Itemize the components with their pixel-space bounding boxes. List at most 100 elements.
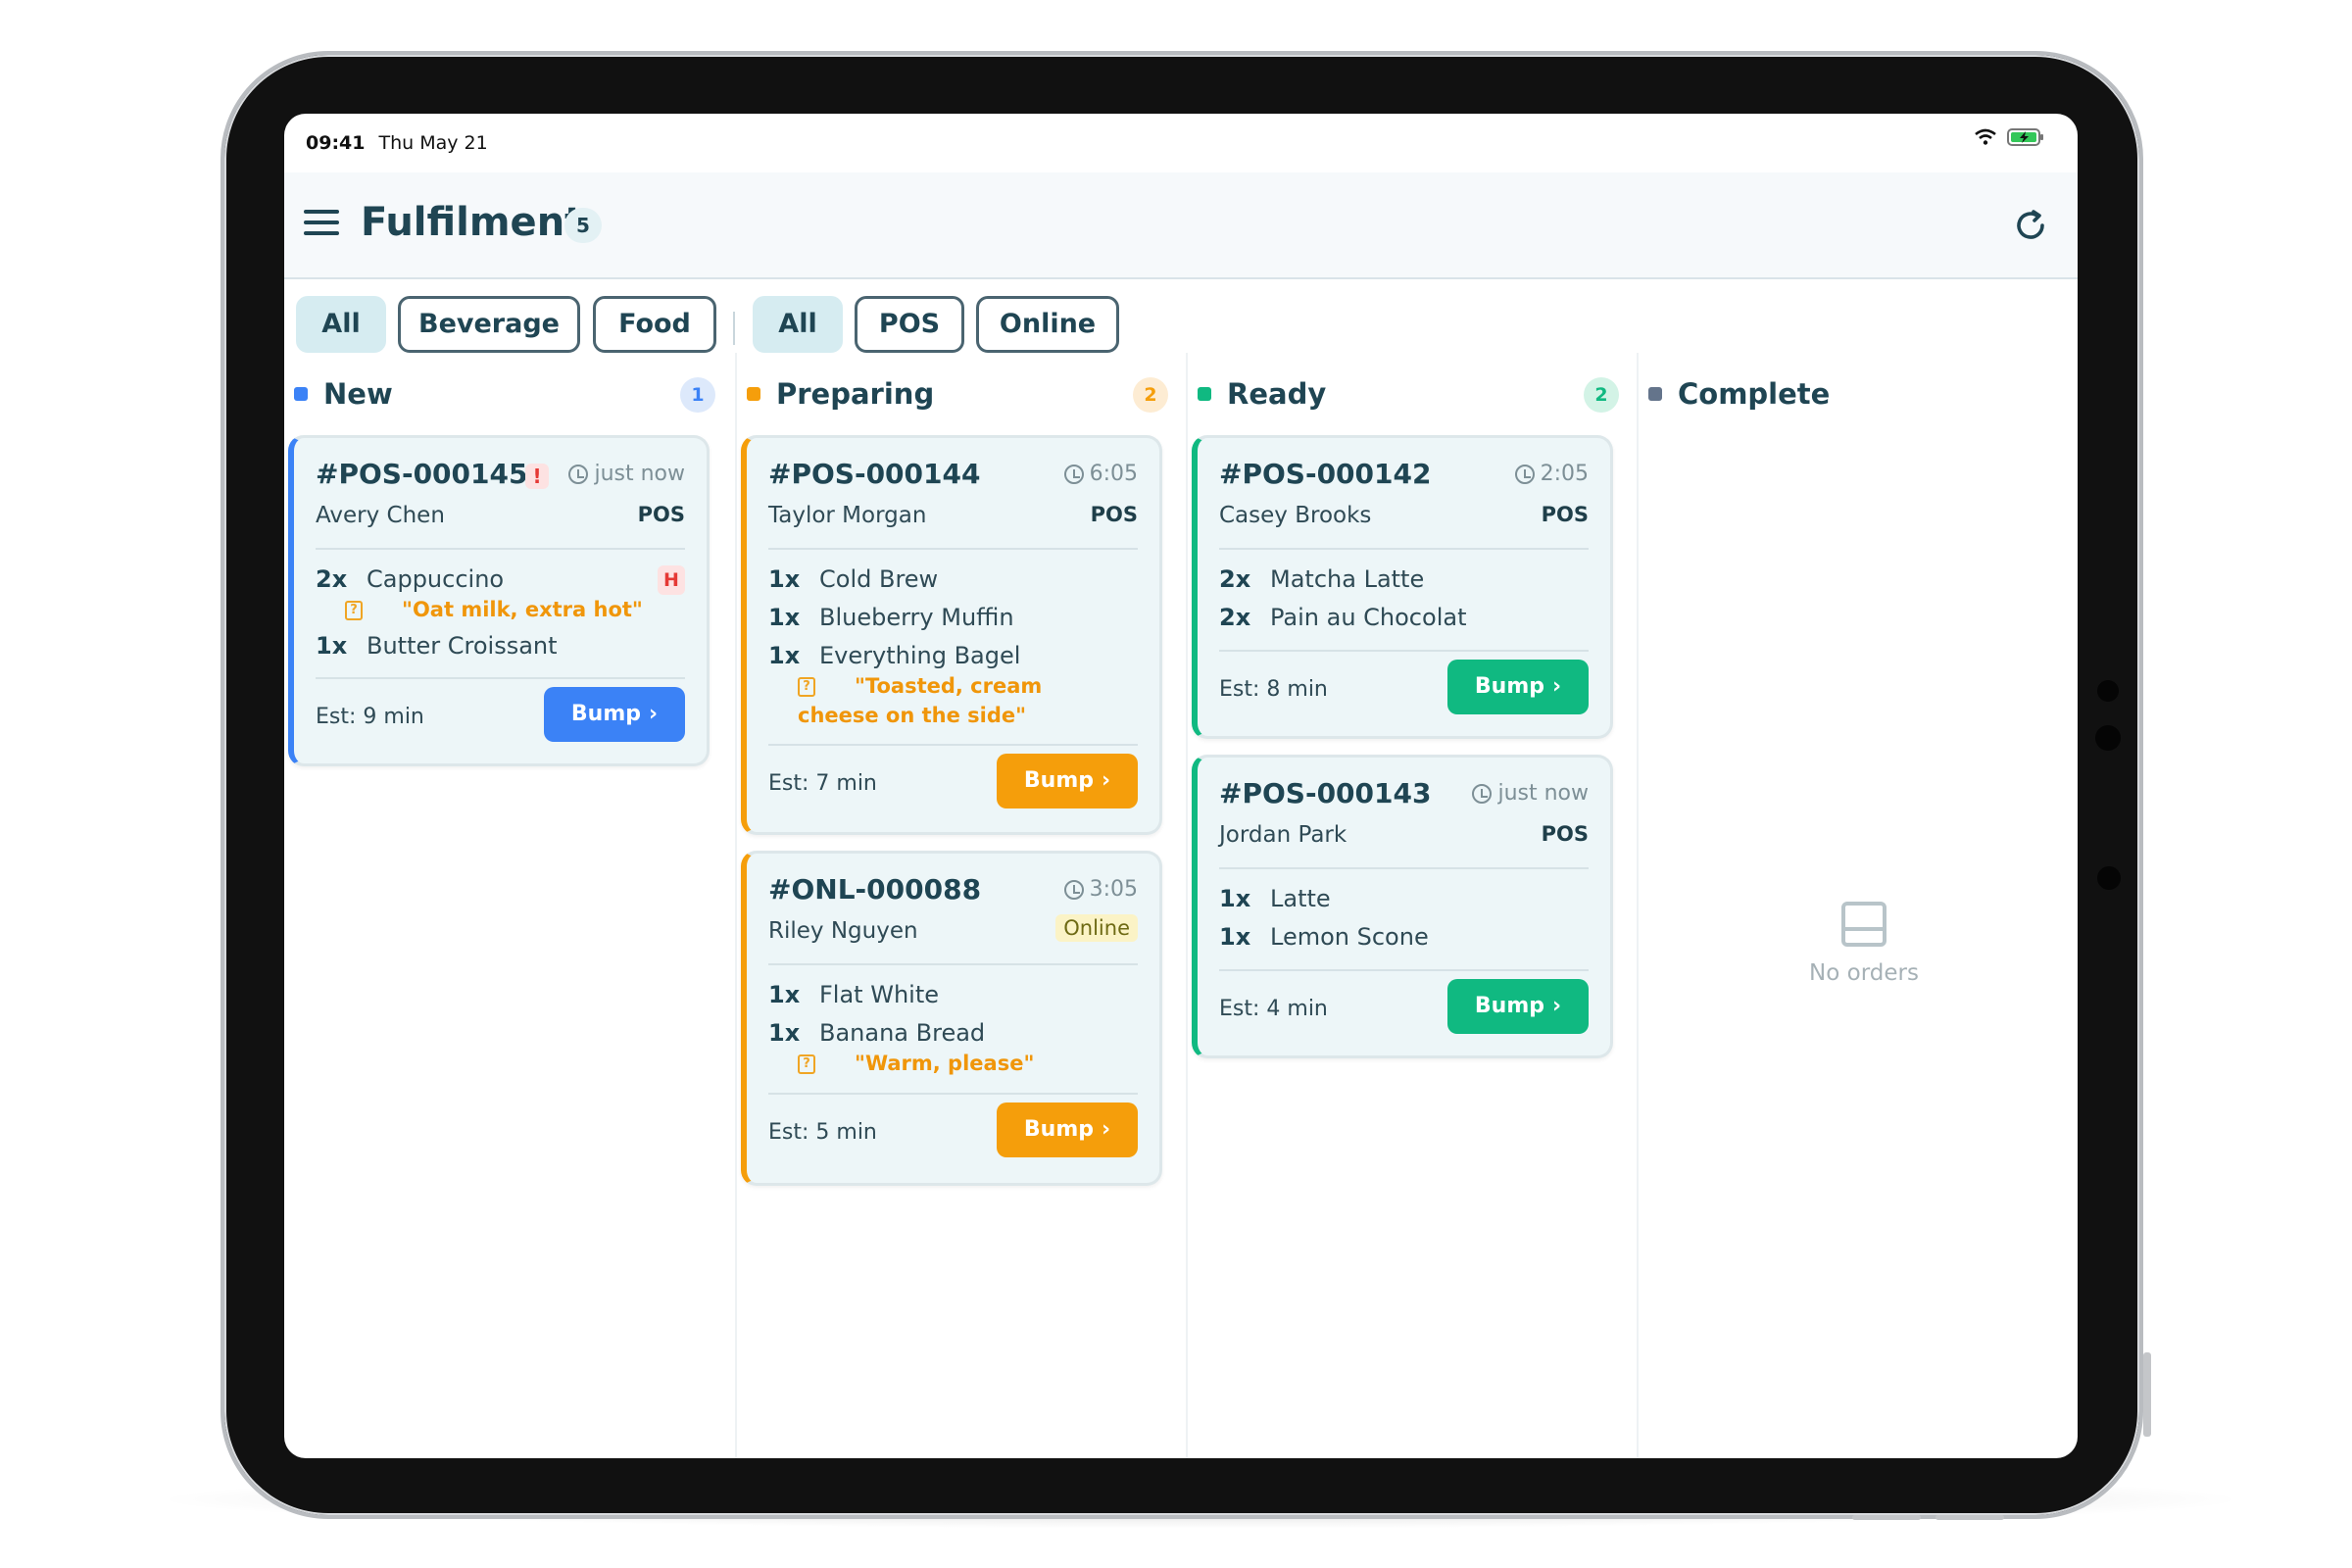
divider (1219, 548, 1589, 550)
column-count-badge: 2 (1584, 377, 1619, 413)
status-dot-ready (1198, 387, 1211, 401)
elapsed-time-text: 2:05 (1540, 462, 1589, 486)
note-icon: ? (798, 1054, 815, 1074)
filter-channel-all[interactable]: All (753, 296, 843, 353)
customer-name: Casey Brooks (1219, 503, 1372, 528)
estimated-time: Est: 9 min (316, 705, 424, 729)
order-card-onl-000088[interactable]: #ONL-000088 3:05 Riley Nguyen Online 1x … (741, 851, 1162, 1186)
order-source-badge: POS (1541, 822, 1589, 846)
order-source-badge: POS (1541, 503, 1589, 526)
item-name: Latte (1270, 885, 1331, 912)
item-note: ? "Toasted, cream cheese on the side" (798, 671, 1101, 730)
note-text: "Warm, please" (855, 1052, 1035, 1075)
filter-category-beverage[interactable]: Beverage (398, 296, 580, 353)
bump-label: Bump (570, 702, 642, 726)
filter-category-food[interactable]: Food (593, 296, 716, 353)
bump-button[interactable]: Bump › (1447, 979, 1589, 1034)
item-note: ? "Warm, please" (798, 1049, 1138, 1078)
item-name: Butter Croissant (367, 632, 558, 660)
order-elapsed-time: just now (1472, 781, 1589, 806)
customer-name: Avery Chen (316, 503, 445, 528)
item-name: Cappuccino (367, 565, 505, 593)
chevron-right-icon: › (1102, 768, 1111, 793)
item-name: Cold Brew (819, 565, 939, 593)
elapsed-time-text: just now (1497, 781, 1589, 806)
bump-button[interactable]: Bump › (997, 1102, 1138, 1157)
column-title: Preparing (776, 377, 935, 411)
order-source-badge: POS (637, 503, 685, 526)
list-item: 1x Everything Bagel (768, 642, 1138, 675)
chevron-right-icon: › (1552, 674, 1562, 699)
clock-icon (1063, 879, 1084, 900)
status-dot-new (294, 387, 308, 401)
estimated-time: Est: 7 min (768, 771, 877, 796)
status-time: 09:41 (306, 132, 366, 154)
clock-icon (568, 464, 589, 484)
filter-channel-pos[interactable]: POS (855, 296, 964, 353)
bump-label: Bump (1474, 674, 1545, 699)
filter-category-all[interactable]: All (296, 296, 386, 353)
note-icon: ? (345, 601, 363, 620)
column-header-preparing: Preparing 2 (747, 372, 1168, 413)
divider (316, 677, 685, 679)
order-card-pos-000142[interactable]: #POS-000142 2:05 Casey Brooks POS 2x Mat… (1192, 435, 1613, 739)
estimated-time: Est: 8 min (1219, 677, 1328, 702)
item-quantity: 1x (768, 604, 801, 631)
divider (1219, 969, 1589, 971)
hamburger-menu-icon[interactable] (304, 210, 339, 239)
item-name: Lemon Scone (1270, 923, 1429, 951)
item-quantity: 1x (316, 632, 348, 660)
list-item: 1x Banana Bread (768, 1019, 1138, 1053)
volume-button (2143, 1352, 2151, 1437)
item-quantity: 1x (768, 642, 801, 669)
list-item: 1x Latte (1219, 885, 1589, 918)
column-title: Ready (1227, 377, 1327, 411)
refresh-icon[interactable] (2011, 206, 2050, 245)
column-header-ready: Ready 2 (1198, 372, 1619, 413)
divider (768, 548, 1138, 550)
item-note: ? "Oat milk, extra hot" (345, 595, 685, 624)
list-item: 1x Blueberry Muffin (768, 604, 1138, 637)
estimated-time: Est: 4 min (1219, 997, 1328, 1021)
chevron-right-icon: › (649, 702, 659, 726)
app-header: Fulfilment 5 (284, 172, 2078, 279)
item-name: Blueberry Muffin (819, 604, 1014, 631)
divider (768, 744, 1138, 746)
item-name: Everything Bagel (819, 642, 1021, 669)
status-date: Thu May 21 (378, 132, 488, 154)
chevron-right-icon: › (1552, 994, 1562, 1018)
status-dot-preparing (747, 387, 760, 401)
item-quantity: 1x (1219, 923, 1251, 951)
order-id: #POS-000143 (1219, 777, 1432, 809)
hot-flag-badge: H (658, 565, 685, 595)
bump-button[interactable]: Bump › (1447, 660, 1589, 714)
divider (1219, 650, 1589, 652)
note-text: "Oat milk, extra hot" (402, 598, 643, 621)
order-elapsed-time: just now (568, 462, 685, 486)
bump-label: Bump (1474, 994, 1545, 1018)
order-id: #POS-000142 (1219, 458, 1432, 490)
sensor-dot (2097, 866, 2121, 890)
order-card-pos-000144[interactable]: #POS-000144 6:05 Taylor Morgan POS 1x Co… (741, 435, 1162, 835)
item-quantity: 2x (1219, 565, 1251, 593)
kanban-board: New 1 #POS-000145 ! just now Avery Chen … (284, 353, 2078, 1458)
column-new: New 1 #POS-000145 ! just now Avery Chen … (284, 353, 735, 1458)
list-item: 2x Cappuccino H (316, 565, 685, 599)
bump-button[interactable]: Bump › (997, 754, 1138, 808)
order-count-badge: 5 (564, 208, 602, 243)
column-ready: Ready 2 #POS-000142 2:05 Casey Brooks PO… (1186, 353, 1637, 1458)
customer-name: Taylor Morgan (768, 503, 927, 528)
list-item: 2x Matcha Latte (1219, 565, 1589, 599)
item-name: Flat White (819, 981, 940, 1008)
divider (768, 963, 1138, 965)
bump-button[interactable]: Bump › (544, 687, 685, 742)
item-name: Banana Bread (819, 1019, 986, 1047)
order-card-pos-000143[interactable]: #POS-000143 just now Jordan Park POS 1x … (1192, 755, 1613, 1058)
customer-name: Riley Nguyen (768, 918, 918, 944)
order-card-pos-000145[interactable]: #POS-000145 ! just now Avery Chen POS 2x… (288, 435, 710, 766)
list-item: 1x Flat White (768, 981, 1138, 1014)
order-id: #ONL-000088 (768, 873, 982, 906)
filter-channel-online[interactable]: Online (976, 296, 1119, 353)
filter-bar: All Beverage Food All POS Online (284, 286, 2078, 353)
clock-icon (1514, 464, 1535, 484)
